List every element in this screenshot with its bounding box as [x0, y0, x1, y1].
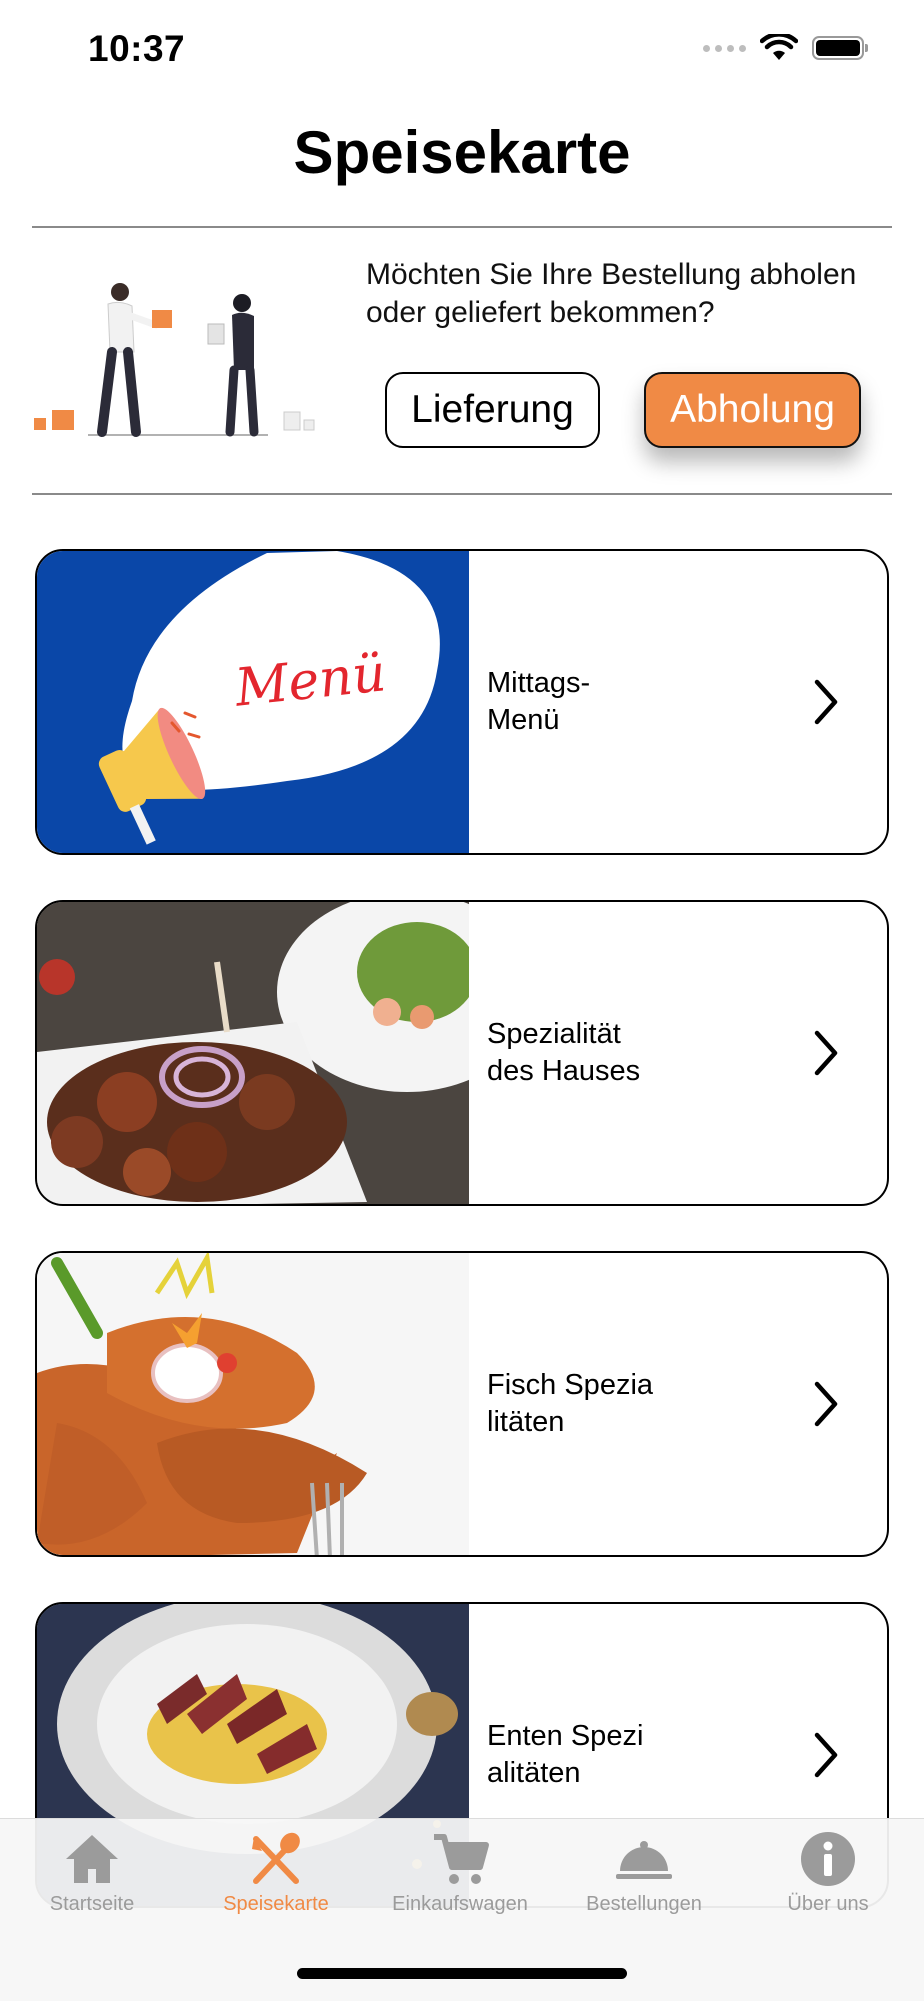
status-bar: 10:37: [0, 0, 924, 100]
chevron-right-icon: [814, 1381, 838, 1427]
tab-ueber-uns[interactable]: Über uns: [736, 1819, 920, 1919]
delivery-question: Möchten Sie Ihre Bestellung abholen oder…: [366, 258, 857, 329]
tab-startseite[interactable]: Startseite: [0, 1819, 184, 1919]
info-icon: [801, 1832, 855, 1886]
lunch-menu-image: Menü: [37, 551, 469, 853]
delivery-illustration: [34, 283, 315, 437]
status-time: 10:37: [88, 28, 186, 69]
chevron-right-icon: [814, 1030, 838, 1076]
delivery-button[interactable]: Lieferung: [385, 372, 600, 448]
category-label: Fisch Spezia litäten: [487, 1369, 654, 1438]
tab-label: Bestellungen: [586, 1893, 702, 1915]
category-card-house-special[interactable]: Spezialität des Hauses: [35, 900, 889, 1206]
pickup-button[interactable]: Abholung: [644, 372, 861, 448]
utensils-icon: [252, 1832, 300, 1884]
tab-label: Über uns: [787, 1893, 869, 1915]
category-label: Mittags- Menü: [487, 667, 591, 736]
category-label: Spezialität des Hauses: [487, 1018, 641, 1087]
home-indicator: [297, 1968, 627, 1979]
cart-icon: [434, 1834, 489, 1884]
category-label: Enten Spezi alitäten: [487, 1720, 644, 1789]
cellular-signal-icon: [703, 44, 746, 52]
header-divider: [32, 226, 892, 228]
home-icon: [66, 1835, 118, 1883]
battery-icon: [812, 36, 868, 60]
section-divider: [32, 493, 892, 495]
tab-einkaufswagen[interactable]: Einkaufswagen: [368, 1819, 552, 1919]
house-special-image: [37, 902, 469, 1204]
category-card-fish-special[interactable]: Fisch Spezia litäten: [35, 1251, 889, 1557]
chevron-right-icon: [814, 1732, 838, 1778]
tab-label: Startseite: [49, 1893, 135, 1915]
cloche-icon: [616, 1841, 672, 1879]
category-card-lunch-menu[interactable]: Menü Mittags- Menü: [35, 549, 889, 855]
page-title: Speisekarte: [293, 119, 631, 186]
status-icons: [703, 34, 868, 62]
tab-label: Einkaufswagen: [392, 1893, 528, 1915]
fish-special-image: [37, 1253, 469, 1555]
tab-bestellungen[interactable]: Bestellungen: [552, 1819, 736, 1919]
tab-speisekarte[interactable]: Speisekarte: [184, 1819, 368, 1919]
tab-label: Speisekarte: [223, 1893, 329, 1915]
chevron-right-icon: [814, 679, 838, 725]
wifi-icon: [760, 34, 798, 60]
